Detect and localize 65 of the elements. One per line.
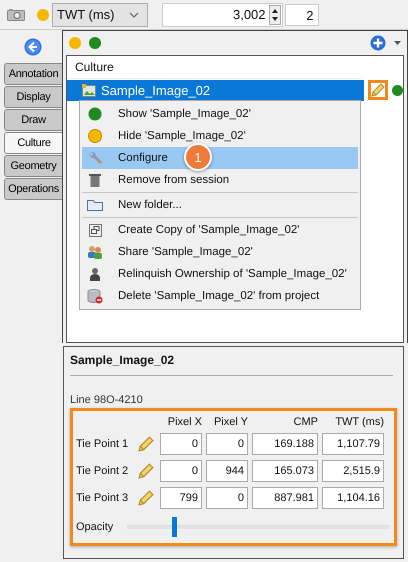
people-icon [87,245,103,259]
side-tab[interactable]: Display [4,86,62,108]
side-tab[interactable]: Operations [4,178,62,200]
column-header: Pixel Y [212,416,248,428]
input-field[interactable]: 0 [160,460,202,482]
back-icon[interactable] [24,38,42,56]
spin-arrows-icon[interactable] [268,4,281,24]
input-field[interactable]: 169.188 [252,433,318,455]
input-field[interactable]: 944 [206,460,248,482]
pencil-icon[interactable] [138,490,154,506]
column-header: CMP [292,416,318,428]
menu-item[interactable]: New folder... [82,194,358,216]
step-badge: 1 [184,143,212,171]
wrench-icon [88,150,102,166]
add-icon[interactable] [370,35,386,51]
caret-icon[interactable] [394,41,401,45]
input-field[interactable]: 799 [160,487,202,509]
side-tab[interactable]: Geometry [4,155,62,177]
side-tab[interactable]: Draw [4,109,62,131]
column-header: Pixel X [166,416,202,428]
dot-icon [88,129,102,143]
input-field[interactable]: 165.073 [252,460,318,482]
camera-icon[interactable] [7,8,25,20]
input-field[interactable]: 2,515.9 [322,460,384,482]
menu-item[interactable]: Create Copy of 'Sample_Image_02' [82,219,358,241]
column-header: Culture [75,60,114,74]
input-field[interactable]: 887.981 [252,487,318,509]
slider-thumb[interactable] [172,517,177,537]
pencil-icon[interactable] [138,463,154,479]
column-header: TWT (ms) [334,416,384,428]
domain-dropdown[interactable]: TWT (ms) [52,2,148,26]
pencil-icon[interactable] [138,436,154,452]
row-label: Tie Point 2 [76,465,130,477]
input-field[interactable]: 0 [206,487,248,509]
dot-icon [88,107,102,121]
side-tab[interactable]: Culture [4,132,63,154]
input-field[interactable]: 1,107.79 [322,433,384,455]
menu-item[interactable]: Remove from session [82,169,358,191]
chevron-icon [128,12,139,18]
menu-item[interactable]: Share 'Sample_Image_02' [82,241,358,263]
pencil-icon [371,83,385,97]
trash-icon [89,173,101,187]
opacity-label: Opacity [76,521,114,533]
value-spinbox[interactable]: 3,002 [162,2,283,26]
status-dot[interactable] [69,37,81,49]
details-title: Sample_Image_02 [70,353,393,376]
line-label: Line 98O-4210 [70,394,144,406]
edit-button[interactable] [368,80,388,100]
menu-item[interactable]: Delete 'Sample_Image_02' from project [82,285,358,307]
step-field[interactable]: 2 [284,4,319,26]
image-icon [82,84,96,96]
row-label: Tie Point 3 [76,492,130,504]
input-field[interactable]: 1,104.16 [322,487,384,509]
menu-item[interactable]: Show 'Sample_Image_02' [82,103,358,125]
status-dot[interactable] [89,37,101,49]
copy-icon [88,224,102,236]
menu-item[interactable]: Relinquish Ownership of 'Sample_Image_02' [82,263,358,285]
row-label: Tie Point 1 [76,438,130,450]
person-icon [89,267,101,281]
side-tab[interactable]: Annotation [4,63,62,85]
input-field[interactable]: 0 [160,433,202,455]
database-delete-icon [87,288,103,304]
tree-item[interactable]: Sample_Image_02 [67,80,364,100]
folder-icon [87,199,103,211]
input-field[interactable]: 0 [206,433,248,455]
